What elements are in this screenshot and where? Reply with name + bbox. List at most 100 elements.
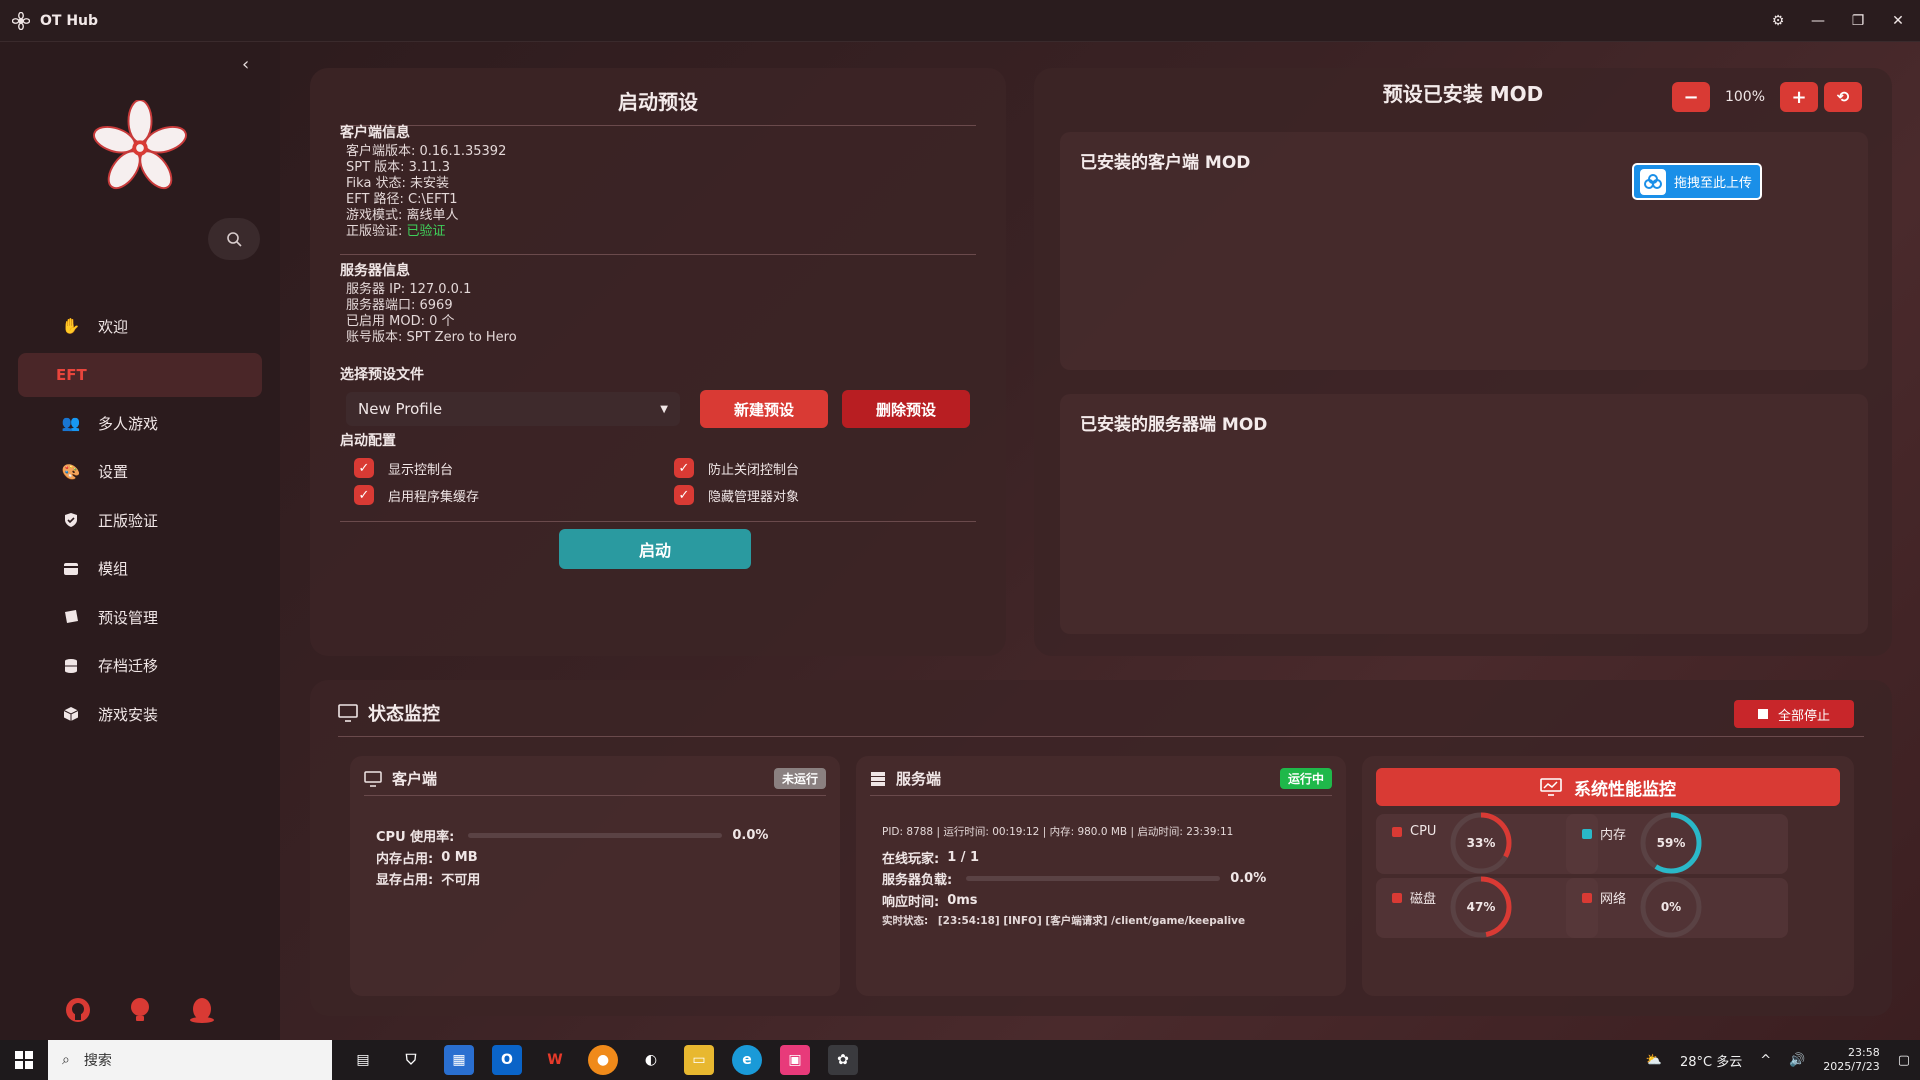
wps-icon[interactable]: W [540,1045,570,1075]
sidebar-item-label: 多人游戏 [98,414,159,433]
notification-icon[interactable]: ▢ [1898,1053,1910,1068]
sidebar-item-label: 模组 [98,560,129,578]
sidebar-item-eft[interactable]: EFT [18,352,262,397]
gauge-label: 磁盘 [1410,892,1437,907]
server-mods-title: 已安装的服务器端 MOD [1080,415,1268,435]
sidebar-item-mods[interactable]: 模组 [18,547,262,591]
client-card-header: 客户端 未运行 [364,768,826,796]
search-icon [227,232,242,247]
outlook-icon[interactable]: O [492,1045,522,1075]
metric-label: CPU 使用率: [376,830,455,845]
checkbox-checked-icon[interactable]: ✓ [354,458,374,478]
divider [340,521,976,522]
profile-select-value: New Profile [358,400,443,418]
gauge-label: 网络 [1600,892,1627,907]
metric-value: 0.0% [1230,871,1267,886]
checkbox-checked-icon[interactable]: ✓ [674,485,694,505]
option-hide-manager-object[interactable]: ✓ 隐藏管理器对象 [674,485,799,505]
sidebar-item-game-install[interactable]: 游戏安装 [18,692,262,736]
sidebar-item-settings[interactable]: 🎨 设置 [18,450,262,494]
option-prevent-close-console[interactable]: ✓ 防止关闭控制台 [674,458,799,478]
close-icon[interactable]: ✕ [1888,11,1908,31]
store-icon[interactable]: ▦ [444,1045,474,1075]
github-icon[interactable] [64,996,92,1024]
gauge-label: 内存 [1600,828,1627,843]
server-info-line: 服务器端口: 6969 [346,298,453,313]
shield-icon [62,511,80,529]
client-info-list: 客户端版本: 0.16.1.35392 SPT 版本: 3.11.3 Fika … [346,144,506,240]
client-card-title: 客户端 [392,770,438,788]
speaker-icon[interactable]: 🔊 [1789,1053,1805,1068]
title-bar: OT Hub ⚙ — ❐ ✕ [0,0,1920,42]
taskbar-search-box[interactable]: ⌕ 搜索 [48,1040,332,1080]
sidebar-item-multiplayer[interactable]: 👥 多人游戏 [18,401,262,445]
installed-mods-panel: 预设已安装 MOD − 100% + ⟲ 已安装的客户端 MOD 拖拽至此上传 … [1034,68,1892,656]
client-info-line: EFT 路径: C:\EFT1 [346,192,458,207]
gauge-value: 33% [1466,836,1496,850]
refresh-button[interactable]: ⟲ [1824,82,1862,112]
gauge-label-row: CPU [1392,824,1436,839]
memory-icon [1582,828,1592,839]
gauge-label-row: 磁盘 [1392,888,1436,907]
profile-select-dropdown[interactable]: New Profile ▼ [346,392,680,426]
system-performance-card: 系统性能监控 CPU 33% 内存 59% 磁盘 47% 网络 0% [1362,756,1854,996]
cpu-icon [1392,826,1402,837]
taskbar-clock[interactable]: 23:58 2025/7/23 [1823,1046,1879,1074]
zoom-out-button[interactable]: − [1672,82,1710,112]
server-info-line: 已启用 MOD: 0 个 [346,314,455,329]
option-label: 防止关闭控制台 [708,462,800,478]
collapse-sidebar-chevron-icon[interactable]: ‹ [242,54,249,75]
settings-gear-icon[interactable]: ⚙ [1768,11,1788,31]
verification-label: 正版验证: [346,224,407,239]
task-view-icon[interactable]: ▤ [348,1045,378,1075]
launch-button[interactable]: 启动 [559,529,751,569]
client-info-heading: 客户端信息 [340,125,410,141]
server-card-header: 服务端 运行中 [870,768,1332,796]
zoom-in-button[interactable]: + [1780,82,1818,112]
system-performance-header[interactable]: 系统性能监控 [1376,768,1840,806]
metric-value: 不可用 [441,873,481,888]
gauge-value: 47% [1466,900,1496,914]
windows-start-button[interactable] [0,1040,48,1080]
monitor-chart-icon [1540,778,1562,796]
gauge-card-1: 内存 59% [1566,812,1788,874]
gauge-label-row: 网络 [1582,888,1626,907]
live-status-value: [23:54:18] [INFO] [客户端请求] /client/game/k… [937,915,1246,927]
sidebar-item-welcome[interactable]: ✋ 欢迎 [18,304,262,348]
status-badge: 运行中 [1279,768,1332,789]
stop-all-button[interactable]: 全部停止 [1734,700,1854,728]
option-assembly-cache[interactable]: ✓ 启用程序集缓存 [354,485,479,505]
file-explorer-icon[interactable]: ▭ [684,1045,714,1075]
option-show-console[interactable]: ✓ 显示控制台 [354,458,453,478]
drag-upload-button[interactable]: 拖拽至此上传 [1632,163,1762,200]
sidebar-item-presets[interactable]: 预设管理 [18,595,262,639]
delete-preset-button[interactable]: 删除预设 [842,390,970,428]
minimize-icon[interactable]: — [1808,11,1828,31]
qq-penguin-icon[interactable] [188,996,216,1024]
app-title: OT Hub [40,12,99,29]
new-preset-button[interactable]: 新建预设 [700,390,828,428]
restore-icon[interactable]: ❐ [1848,11,1868,31]
server-info-line: 服务器 IP: 127.0.0.1 [346,282,472,297]
cloud-upload-icon [1640,168,1666,195]
sidebar: ‹ ✋ 欢迎 EFT 👥 多人游戏 🎨 设置 正版验证 模组 预设管理 存档迁移… [0,42,280,1040]
client-status-card: 客户端 未运行 CPU 使用率: 0.0% 内存占用: 0 MB 显存占用: 不… [350,756,840,996]
sidebar-search-button[interactable] [208,218,260,260]
network-icon [1582,892,1592,903]
sidebar-item-label: 设置 [98,463,129,481]
orange-app-icon[interactable]: ● [588,1045,618,1075]
metric-label: 在线玩家: [882,852,940,867]
checkbox-checked-icon[interactable]: ✓ [354,485,374,505]
client-info-line: SPT 版本: 3.11.3 [346,160,451,175]
metric-value: 0ms [947,893,978,908]
ot-hub-taskbar-icon[interactable]: ✿ [828,1045,858,1075]
pink-app-icon[interactable]: ▣ [780,1045,810,1075]
steam-icon[interactable]: ◐ [636,1045,666,1075]
sidebar-item-save-migration[interactable]: 存档迁移 [18,644,262,688]
tray-chevron-icon[interactable]: ^ [1760,1053,1771,1068]
edge-icon[interactable]: e [732,1045,762,1075]
checkbox-checked-icon[interactable]: ✓ [674,458,694,478]
sidebar-item-verification[interactable]: 正版验证 [18,498,262,542]
lightbulb-icon[interactable] [128,996,152,1024]
security-shield-icon[interactable]: ⛉ [396,1045,426,1075]
